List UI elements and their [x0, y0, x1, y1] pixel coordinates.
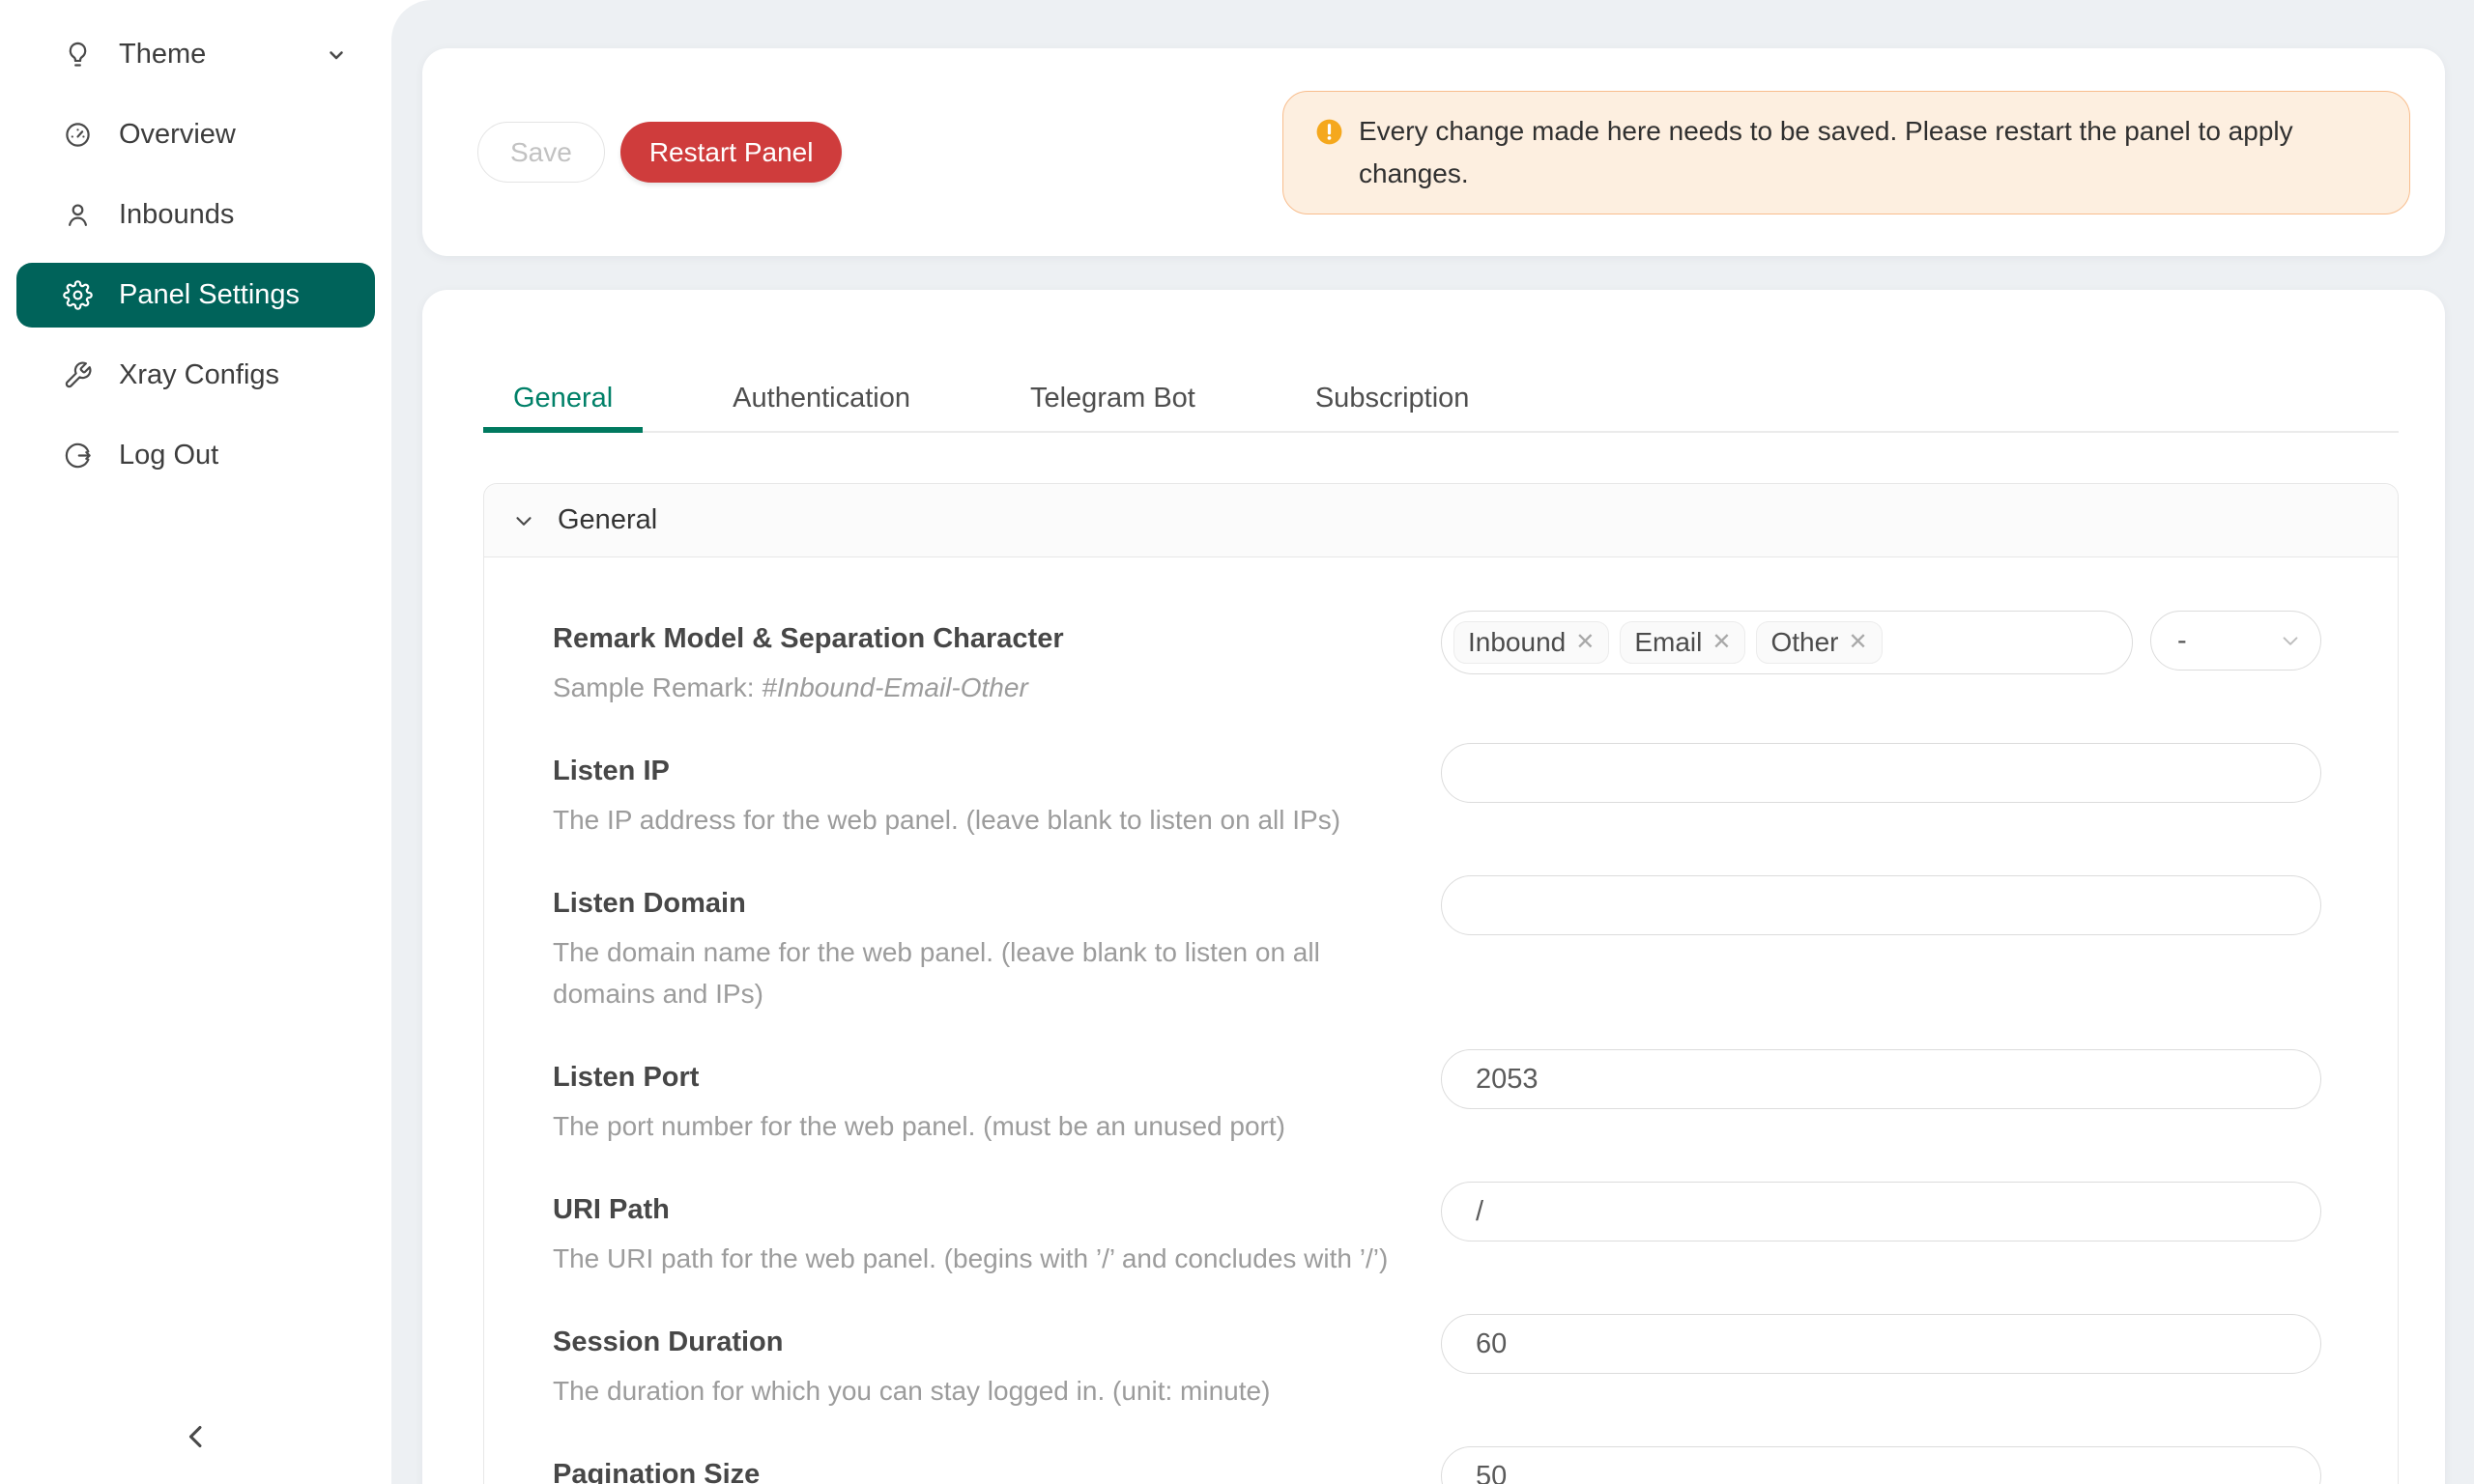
field-description: The port number for the web panel. (must…	[553, 1105, 1412, 1147]
tab-bar: General Authentication Telegram Bot Subs…	[483, 382, 2399, 433]
warning-icon	[1314, 117, 1344, 147]
pagination-size-input[interactable]	[1441, 1446, 2321, 1484]
field-label: Session Duration	[553, 1326, 1412, 1358]
sample-remark-text: #Inbound-Email-Other	[762, 672, 1027, 702]
tab-subscription[interactable]: Subscription	[1285, 382, 1500, 431]
general-collapse-body: Remark Model & Separation Character Samp…	[484, 557, 2398, 1484]
save-button[interactable]: Save	[477, 122, 605, 183]
field-description: The domain name for the web panel. (leav…	[553, 931, 1412, 1014]
listen-ip-input[interactable]	[1441, 743, 2321, 803]
sidebar-collapse-button[interactable]	[167, 1413, 225, 1461]
sidebar-item-panel-settings[interactable]: Panel Settings	[16, 263, 375, 328]
form-row-listen-domain: Listen Domain The domain name for the we…	[553, 875, 2321, 1014]
field-description: Sample Remark: #Inbound-Email-Other	[553, 667, 1412, 708]
sidebar-item-inbounds[interactable]: Inbounds	[16, 183, 375, 247]
sidebar-item-label: Overview	[119, 119, 236, 151]
form-row-listen-ip: Listen IP The IP address for the web pan…	[553, 743, 2321, 841]
field-label: Listen IP	[553, 755, 1412, 787]
form-row-listen-port: Listen Port The port number for the web …	[553, 1049, 2321, 1147]
session-duration-input[interactable]	[1441, 1314, 2321, 1374]
remove-tag-icon[interactable]: ✕	[1848, 631, 1867, 654]
restart-warning-alert: Every change made here needs to be saved…	[1282, 91, 2410, 214]
sidebar-item-label: Inbounds	[119, 199, 234, 231]
general-collapse-header[interactable]: General	[484, 484, 2398, 557]
field-description: The IP address for the web panel. (leave…	[553, 799, 1412, 841]
alert-text: Every change made here needs to be saved…	[1359, 110, 2371, 195]
sidebar-item-label: Xray Configs	[119, 359, 279, 391]
form-row-session-duration: Session Duration The duration for which …	[553, 1314, 2321, 1412]
form-row-uri-path: URI Path The URI path for the web panel.…	[553, 1182, 2321, 1279]
field-label: Listen Domain	[553, 887, 1412, 920]
field-label: Listen Port	[553, 1061, 1412, 1094]
app-root: Theme Overview	[0, 0, 2474, 1484]
tab-general[interactable]: General	[483, 382, 643, 431]
tag-inbound: Inbound ✕	[1453, 621, 1609, 664]
tab-telegram-bot[interactable]: Telegram Bot	[1000, 382, 1225, 431]
settings-card: General Authentication Telegram Bot Subs…	[422, 290, 2445, 1484]
sidebar-item-logout[interactable]: Log Out	[16, 423, 375, 488]
sidebar-item-xray-configs[interactable]: Xray Configs	[16, 343, 375, 408]
separator-select[interactable]: -	[2150, 611, 2321, 671]
restart-panel-button[interactable]: Restart Panel	[620, 122, 843, 183]
uri-path-input[interactable]	[1441, 1182, 2321, 1241]
sidebar-item-label: Log Out	[119, 440, 218, 471]
sidebar-nav: Theme Overview	[0, 22, 391, 488]
remove-tag-icon[interactable]: ✕	[1575, 631, 1595, 654]
gauge-icon	[63, 120, 93, 150]
sidebar-item-overview[interactable]: Overview	[16, 102, 375, 167]
field-description: The duration for which you can stay logg…	[553, 1370, 1412, 1412]
separator-select-value: -	[2177, 625, 2187, 657]
tag-email: Email ✕	[1620, 621, 1745, 664]
listen-port-input[interactable]	[1441, 1049, 2321, 1109]
field-label: URI Path	[553, 1193, 1412, 1226]
remark-model-tags-input[interactable]: Inbound ✕ Email ✕ Other ✕	[1441, 611, 2133, 674]
gear-icon	[63, 280, 93, 310]
field-label: Pagination Size	[553, 1458, 1412, 1484]
lightbulb-icon	[63, 40, 93, 70]
logout-icon	[63, 441, 93, 471]
general-collapse: General Remark Model & Separation Charac…	[483, 483, 2399, 1484]
form-row-pagination-size: Pagination Size	[553, 1446, 2321, 1484]
sidebar-item-theme[interactable]: Theme	[16, 22, 375, 87]
remove-tag-icon[interactable]: ✕	[1712, 631, 1731, 654]
field-label: Remark Model & Separation Character	[553, 622, 1412, 655]
chevron-down-icon	[511, 508, 536, 533]
chevron-down-icon	[325, 43, 348, 67]
main-content: Save Restart Panel Every change made her…	[391, 0, 2474, 1484]
form-row-remark-model: Remark Model & Separation Character Samp…	[553, 611, 2321, 708]
wrench-icon	[63, 360, 93, 390]
section-title: General	[558, 504, 657, 536]
tag-other: Other ✕	[1756, 621, 1882, 664]
sidebar-item-label: Panel Settings	[119, 279, 300, 311]
sidebar: Theme Overview	[0, 0, 391, 1484]
chevron-left-icon	[178, 1418, 215, 1455]
user-icon	[63, 200, 93, 230]
field-description: The URI path for the web panel. (begins …	[553, 1238, 1412, 1279]
listen-domain-input[interactable]	[1441, 875, 2321, 935]
sidebar-item-label: Theme	[119, 39, 206, 71]
tab-authentication[interactable]: Authentication	[703, 382, 940, 431]
chevron-down-icon	[2278, 628, 2303, 653]
toolbar-card: Save Restart Panel Every change made her…	[422, 48, 2445, 256]
